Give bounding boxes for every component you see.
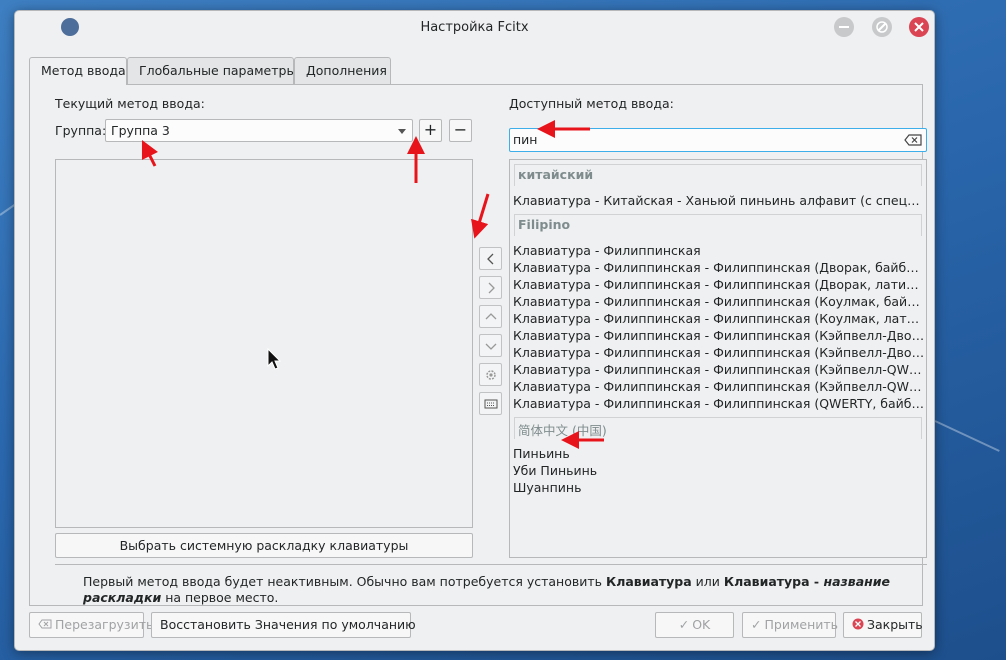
search-input[interactable]: пин (509, 128, 927, 152)
group-label: Группа: (55, 123, 107, 138)
list-item[interactable]: Клавиатура - Филиппинская - Филиппинская… (513, 362, 925, 377)
info-text: или (691, 574, 724, 589)
list-item[interactable]: Пиньинь (513, 446, 925, 461)
current-methods-list[interactable] (55, 159, 473, 528)
minimize-button[interactable] (834, 17, 854, 37)
fcitx-config-window: Настройка Fcitx Метод ввода Глобальные п… (14, 10, 935, 651)
tab-addons[interactable]: Дополнения (294, 57, 391, 84)
divider (55, 564, 927, 565)
group-header-filipino: Filipino (514, 214, 922, 236)
chevron-up-icon (485, 313, 497, 320)
list-item[interactable]: Клавиатура - Филиппинская - Филиппинская… (513, 345, 925, 360)
list-item[interactable]: Уби Пиньинь (513, 463, 925, 478)
search-input-value: пин (513, 132, 538, 147)
list-item[interactable]: Клавиатура - Китайская - Ханьюй пиньинь … (513, 193, 925, 208)
apply-label: Применить (764, 617, 839, 632)
desktop-decoration (934, 420, 1000, 452)
maximize-button[interactable] (872, 17, 892, 37)
group-select[interactable]: Группа 3 (105, 119, 413, 142)
available-methods-list[interactable]: китайский Клавиатура - Китайская - Ханью… (509, 159, 927, 558)
window-title: Настройка Fcitx (420, 20, 529, 35)
reload-label: Перезагрузить (55, 617, 154, 632)
tab-global-settings[interactable]: Глобальные параметры (127, 57, 296, 84)
info-bold: Клавиатура (605, 574, 692, 589)
current-method-heading: Текущий метод ввода: (55, 96, 205, 111)
close-window-button[interactable] (909, 17, 929, 37)
ok-button[interactable]: ✓ OK (655, 612, 734, 638)
list-item[interactable]: Клавиатура - Филиппинская - Филиппинская… (513, 379, 925, 394)
close-button[interactable]: Закрыть (843, 612, 923, 638)
close-label: Закрыть (867, 617, 923, 632)
info-text: Первый метод ввода будет неактивным. Обы… (83, 574, 606, 589)
keyboard-layout-button[interactable] (479, 392, 502, 415)
info-message: Первый метод ввода будет неактивным. Обы… (83, 574, 933, 606)
gear-icon (486, 370, 496, 380)
apply-button[interactable]: ✓ Применить (742, 612, 839, 638)
group-header-chinese: китайский (514, 164, 922, 186)
info-text: на первое место. (161, 590, 279, 605)
list-item[interactable]: Клавиатура - Филиппинская - Филиппинская… (513, 260, 925, 275)
info-bold: Клавиатура - (723, 574, 824, 589)
list-item[interactable]: Клавиатура - Филиппинская - Филиппинская… (513, 294, 925, 309)
ok-label: OK (692, 617, 711, 632)
group-select-value: Группа 3 (111, 123, 170, 138)
check-icon: ✓ (751, 617, 762, 632)
list-item[interactable]: Шуанпинь (513, 480, 925, 495)
chevron-right-icon (488, 282, 495, 294)
configure-button[interactable] (479, 363, 502, 386)
available-method-heading: Доступный метод ввода: (509, 96, 674, 111)
list-item[interactable]: Клавиатура - Филиппинская - Филиппинская… (513, 277, 925, 292)
list-item[interactable]: Клавиатура - Филиппинская - Филиппинская… (513, 311, 925, 326)
tab-input-method[interactable]: Метод ввода (29, 57, 127, 85)
system-layout-button[interactable]: Выбрать системную раскладку клавиатуры (55, 533, 473, 558)
list-item[interactable]: Клавиатура - Филиппинская (513, 243, 925, 258)
move-up-button[interactable] (479, 305, 502, 328)
move-right-button[interactable] (479, 276, 502, 299)
move-left-button[interactable] (479, 247, 502, 270)
chevron-down-icon (485, 343, 497, 350)
keyboard-icon (484, 399, 498, 409)
titlebar: Настройка Fcitx (15, 11, 934, 45)
chevron-down-icon (398, 129, 406, 134)
close-icon (852, 618, 864, 630)
list-item[interactable]: Клавиатура - Филиппинская - Филиппинская… (513, 328, 925, 343)
clear-icon (38, 619, 52, 629)
list-item[interactable]: Клавиатура - Филиппинская - Филиппинская… (513, 396, 925, 411)
remove-group-button[interactable]: − (449, 119, 472, 142)
group-header-chinese-simplified: 简体中文 (中国) (514, 417, 922, 439)
check-icon: ✓ (678, 617, 690, 632)
reload-button[interactable]: Перезагрузить (29, 612, 153, 638)
chevron-left-icon (487, 253, 494, 265)
move-down-button[interactable] (479, 334, 502, 357)
tab-panel: Текущий метод ввода: Группа: Группа 3 + … (29, 84, 927, 606)
add-group-button[interactable]: + (419, 119, 442, 142)
restore-defaults-button[interactable]: Восстановить Значения по умолчанию (151, 612, 416, 638)
clear-text-icon[interactable] (904, 133, 922, 147)
mouse-cursor-icon (267, 348, 281, 370)
